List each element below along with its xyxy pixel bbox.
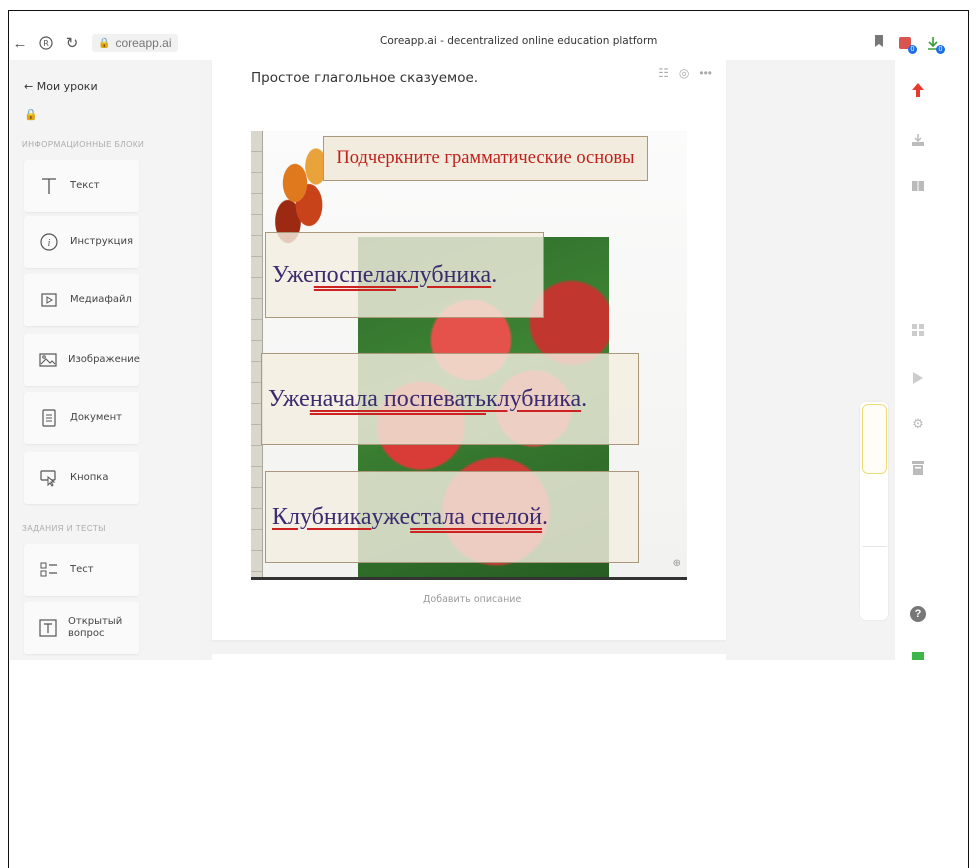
back-arrow-icon[interactable]: ←: [10, 33, 30, 53]
svg-text:i: i: [48, 238, 51, 249]
lesson-slide-image[interactable]: Подчеркните грамматические основы Уже по…: [251, 131, 687, 580]
upload-icon[interactable]: [910, 82, 926, 98]
button-icon: [38, 467, 60, 489]
extension-r-icon[interactable]: R: [36, 33, 56, 53]
browser-right-icons: 0 0: [874, 34, 945, 54]
extension-icon[interactable]: 0: [898, 36, 917, 54]
open-question-icon: [38, 617, 58, 639]
section-label-info: ИНФОРМАЦИОННЫЕ БЛОКИ: [22, 140, 145, 149]
add-description-link[interactable]: Добавить описание: [423, 594, 521, 605]
book-icon[interactable]: [910, 178, 926, 194]
reload-icon[interactable]: ↻: [62, 33, 82, 53]
scroll-divider: [862, 546, 887, 547]
lock-icon: 🔒: [98, 37, 111, 49]
card-toolbar: ☷ ◎ •••: [658, 66, 712, 80]
gear-icon[interactable]: ⚙: [910, 416, 926, 432]
next-card: [212, 654, 726, 664]
scroll-thumb[interactable]: [862, 404, 887, 474]
url-text: coreapp.ai: [115, 36, 172, 50]
extension-badge: 0: [908, 45, 917, 54]
help-icon[interactable]: ?: [910, 606, 926, 622]
test-icon: [38, 559, 60, 581]
tool-instruction[interactable]: i Инструкция: [24, 216, 139, 268]
section-label-tasks: ЗАДАНИЯ И ТЕСТЫ: [22, 524, 106, 533]
tool-document[interactable]: Документ: [24, 392, 139, 444]
checklist-icon[interactable]: ☷: [658, 66, 669, 80]
download-badge: 0: [936, 45, 945, 54]
right-toolbar: ⚙ ?: [896, 60, 940, 660]
predicate: стала спелой: [410, 503, 543, 530]
tool-button[interactable]: Кнопка: [24, 452, 139, 504]
sentence-3: Клубника уже стала спелой.: [265, 471, 639, 563]
download-lesson-icon[interactable]: [910, 132, 926, 148]
lock-icon: 🔒: [24, 109, 38, 121]
back-to-lessons-link[interactable]: ← Мои уроки: [24, 80, 98, 93]
download-icon[interactable]: 0: [926, 36, 945, 54]
predicate: поспела: [313, 261, 397, 288]
subject: клубника: [396, 261, 492, 288]
view-settings-icon[interactable]: ◎: [679, 66, 689, 80]
sentence-1: Уже поспела клубника.: [265, 232, 544, 318]
more-options-icon[interactable]: •••: [699, 66, 712, 80]
card-title[interactable]: Простое глагольное сказуемое.: [251, 70, 478, 86]
zoom-icon[interactable]: ⊕: [673, 558, 681, 569]
tool-test[interactable]: Тест: [24, 544, 139, 596]
play-icon[interactable]: [910, 370, 926, 386]
tool-image[interactable]: Изображение: [24, 334, 140, 386]
sentence-2: Уже начала поспевать клубника.: [261, 353, 639, 445]
subject: Клубника: [272, 503, 372, 530]
text-icon: [38, 175, 60, 197]
tool-open-question[interactable]: Открытый вопрос: [24, 602, 139, 654]
save-status-icon[interactable]: [912, 652, 924, 660]
page-title: Coreapp.ai - decentralized online educat…: [380, 35, 658, 47]
archive-icon[interactable]: [910, 460, 926, 476]
arrow-left-icon: ←: [24, 80, 37, 93]
info-icon: i: [38, 231, 60, 253]
image-icon: [38, 349, 58, 371]
address-bar[interactable]: 🔒 coreapp.ai: [92, 34, 178, 52]
document-icon: [38, 407, 60, 429]
blocks-sidebar: ← Мои уроки 🔒 ИНФОРМАЦИОННЫЕ БЛОКИ Текст…: [10, 60, 200, 660]
tool-media[interactable]: Медиафайл: [24, 274, 139, 326]
svg-text:R: R: [43, 39, 49, 48]
browser-toolbar: ← R ↻ 🔒 coreapp.ai Coreapp.ai - decentra…: [10, 28, 945, 58]
slide-heading: Подчеркните грамматические основы: [323, 136, 648, 181]
grid-icon[interactable]: [910, 322, 926, 338]
predicate: начала поспевать: [309, 385, 486, 412]
tool-text[interactable]: Текст: [24, 160, 139, 212]
media-icon: [38, 289, 60, 311]
subject: клубника: [485, 385, 582, 412]
bookmark-icon[interactable]: [874, 34, 884, 52]
